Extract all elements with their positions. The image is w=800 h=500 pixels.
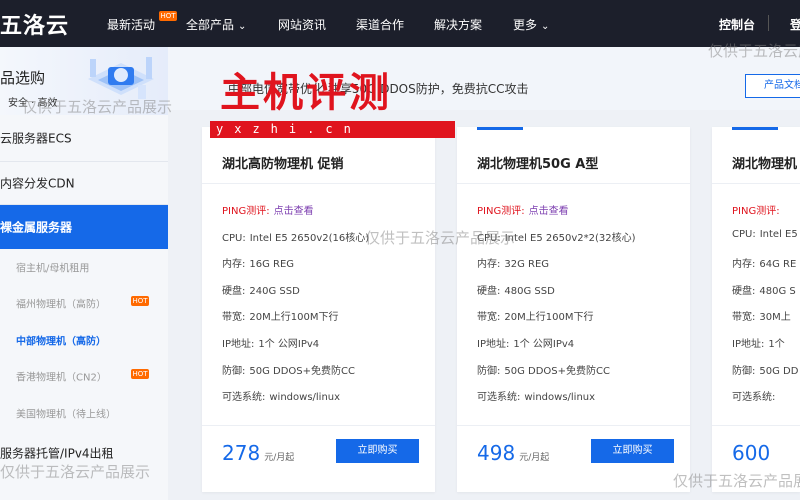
spec-bandwidth: 带宽: 30M上 — [732, 312, 791, 323]
sidebar-item-cdn-label: 内容分发CDN — [0, 176, 75, 191]
buy-now-button[interactable]: 立即购买 — [336, 439, 419, 463]
card-title: 湖北高防物理机 促销 — [222, 157, 344, 172]
sidebar-item-ecs-label: 云服务器ECS — [0, 131, 72, 146]
sidebar-subitem-central[interactable]: 中部物理机（高防） — [0, 327, 168, 353]
top-nav: 五洛云 最新活动 HOT 全部产品 ⌄ 网站资讯 渠道合作 解决方案 更多 ⌄ 控制… — [0, 0, 800, 47]
watermark-url: yxzhi.cn — [210, 121, 455, 138]
nav-item-channel[interactable]: 渠道合作 — [356, 16, 404, 33]
card-footer-divider — [712, 425, 800, 426]
price-value: 278 — [222, 441, 261, 465]
price-value: 498 — [477, 441, 516, 465]
ping-label: PING测评: — [477, 206, 525, 217]
sidebar-item-ecs[interactable]: 云服务器ECS — [0, 115, 168, 162]
card-title: 湖北物理机 — [732, 157, 798, 172]
card-accent-bar — [732, 127, 778, 130]
sidebar-subtitle: 安全 · 高效 — [8, 98, 58, 109]
spec-disk: 硬盘: 480G S — [732, 286, 796, 297]
nav-divider — [768, 15, 769, 31]
sidebar-item-bare-metal-label: 裸金属服务器 — [0, 220, 73, 235]
sidebar-subitem-usa-label: 美国物理机（待上线） — [16, 409, 116, 421]
sidebar-item-bare-metal[interactable]: 裸金属服务器 — [0, 205, 168, 249]
console-link[interactable]: 控制台 — [719, 16, 755, 33]
sidebar-subitem-hongkong-label: 香港物理机（CN2） — [16, 372, 107, 384]
spec-ip: IP地址: 1个 公网IPv4 — [477, 339, 575, 350]
spec-defense: 防御: 50G DDOS+免费防CC — [222, 366, 355, 377]
price-unit: 元/月起 — [264, 453, 295, 463]
sidebar-title: 品选购 — [0, 69, 46, 87]
price-unit: 元/月起 — [519, 453, 550, 463]
nav-item-more-label: 更多 — [513, 18, 538, 32]
spec-defense: 防御: 50G DDOS+免费防CC — [477, 366, 610, 377]
ping-label: PING测评: — [732, 206, 780, 217]
spec-bandwidth: 带宽: 20M上行100M下行 — [222, 312, 339, 323]
nav-item-news[interactable]: 网站资讯 — [278, 16, 326, 33]
spec-defense: 防御: 50G DD — [732, 366, 799, 377]
login-link[interactable]: 登 — [790, 16, 800, 33]
watermark-title: 主机评测 — [220, 69, 392, 116]
spec-disk: 硬盘: 240G SSD — [222, 286, 300, 297]
spec-memory: 内存: 32G REG — [477, 259, 550, 270]
spec-cpu: CPU: Intel E5 — [732, 229, 798, 240]
ping-view-link[interactable]: 点击查看 — [274, 206, 314, 217]
ping-label: PING测评: — [222, 206, 270, 217]
card-divider — [712, 183, 800, 184]
nav-hot-badge: HOT — [159, 11, 177, 21]
sidebar-item-cdn[interactable]: 内容分发CDN — [0, 162, 168, 205]
price: 278 元/月起 — [222, 441, 294, 465]
hot-badge: HOT — [131, 369, 149, 379]
site-logo[interactable]: 五洛云 — [0, 8, 69, 40]
sidebar-subitem-host-rental[interactable]: 宿主机/母机租用 — [0, 254, 168, 280]
chevron-down-icon: ⌄ — [238, 21, 247, 32]
ping-test-row: PING测评: — [732, 202, 780, 217]
card-footer-divider — [202, 425, 435, 426]
nav-item-more[interactable]: 更多 ⌄ — [513, 16, 549, 33]
spec-cpu: CPU: Intel E5 2650v2*2(32核心) — [477, 233, 636, 244]
sidebar-header: 品选购 安全 · 高效 — [0, 47, 168, 115]
sidebar-item-colocation[interactable]: 服务器托管/IPv4出租 — [0, 440, 168, 466]
spec-cpu: CPU: Intel E5 2650v2(16核心) — [222, 233, 370, 244]
product-docs-button[interactable]: 产品文档 — [745, 74, 800, 98]
product-card: 湖北物理机50G A型 PING测评: 点击查看 CPU: Intel E5 265… — [457, 127, 690, 492]
nav-item-solutions[interactable]: 解决方案 — [434, 16, 482, 33]
product-card: 湖北高防物理机 促销 PING测评: 点击查看 CPU: Intel E5 2650… — [202, 127, 435, 492]
product-card: 湖北物理机 PING测评: CPU: Intel E5 内存: 64G RE 硬盘:… — [712, 127, 800, 492]
price: 600 — [732, 441, 770, 465]
spec-ip: IP地址: 1个 — [732, 339, 785, 350]
price-value: 600 — [732, 441, 771, 465]
nav-item-all-products[interactable]: 全部产品 ⌄ — [186, 16, 246, 33]
hot-badge: HOT — [131, 296, 149, 306]
spec-memory: 内存: 16G REG — [222, 259, 295, 270]
server-illustration-icon — [88, 57, 154, 99]
card-accent-bar — [477, 127, 523, 130]
spec-ip: IP地址: 1个 公网IPv4 — [222, 339, 320, 350]
ping-test-row: PING测评: 点击查看 — [222, 202, 314, 217]
sidebar-item-colocation-label: 服务器托管/IPv4出租 — [0, 446, 114, 461]
sidebar-subitem-fuzhou-label: 福州物理机（高防） — [16, 299, 106, 311]
spec-os: 可选系统: windows/linux — [477, 392, 596, 403]
sidebar: 品选购 安全 · 高效 云服务器ECS 内容分发CDN 裸金属服务器 宿主机/母… — [0, 47, 168, 500]
spec-bandwidth: 带宽: 20M上行100M下行 — [477, 312, 594, 323]
card-footer-divider — [457, 425, 690, 426]
card-divider — [202, 183, 435, 184]
price: 498 元/月起 — [477, 441, 549, 465]
ping-test-row: PING测评: 点击查看 — [477, 202, 569, 217]
sidebar-subitem-host-rental-label: 宿主机/母机租用 — [16, 263, 90, 275]
sidebar-subitem-usa[interactable]: 美国物理机（待上线） — [0, 400, 168, 426]
ping-view-link[interactable]: 点击查看 — [529, 206, 569, 217]
nav-item-latest-activity[interactable]: 最新活动 — [107, 16, 155, 33]
spec-disk: 硬盘: 480G SSD — [477, 286, 555, 297]
card-title: 湖北物理机50G A型 — [477, 157, 599, 172]
spec-os: 可选系统: windows/linux — [222, 392, 341, 403]
card-divider — [457, 183, 690, 184]
buy-now-button[interactable]: 立即购买 — [591, 439, 674, 463]
nav-item-all-products-label: 全部产品 — [186, 18, 235, 32]
sidebar-subitem-central-label: 中部物理机（高防） — [16, 336, 106, 348]
spec-os: 可选系统: — [732, 392, 776, 403]
spec-memory: 内存: 64G RE — [732, 259, 797, 270]
chevron-down-icon: ⌄ — [541, 21, 550, 32]
